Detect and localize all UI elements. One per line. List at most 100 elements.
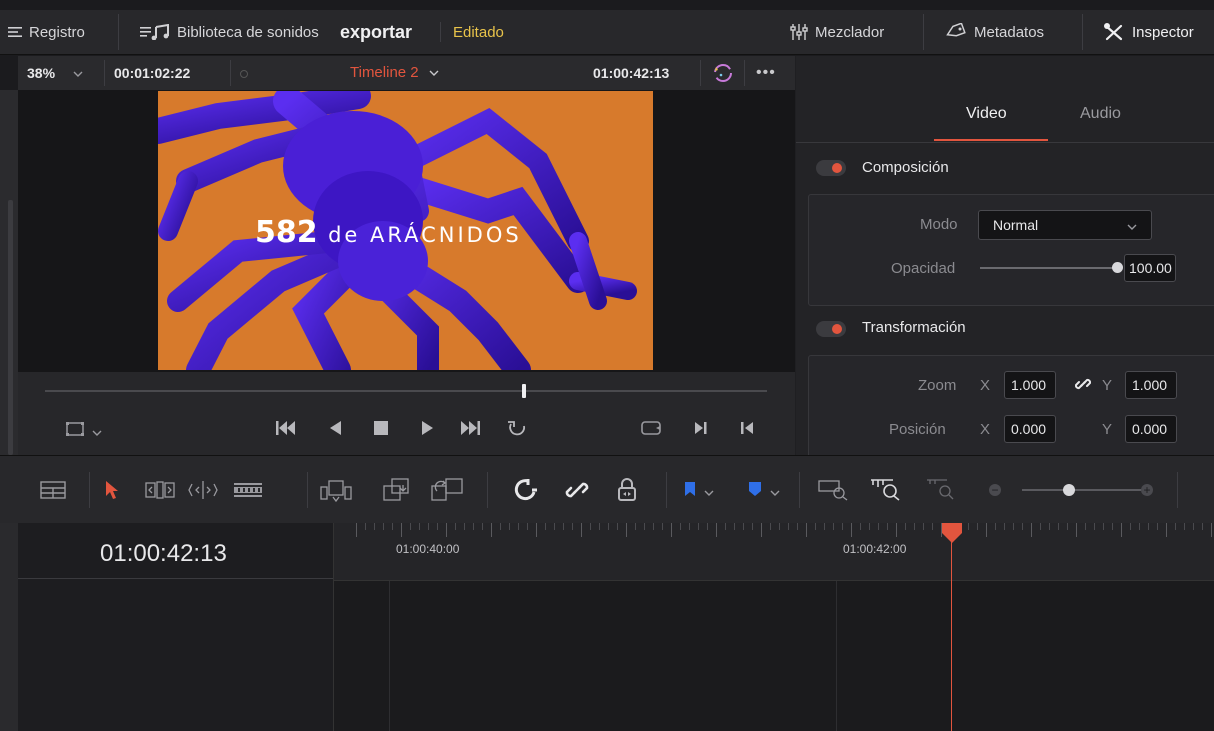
- loop-icon[interactable]: [506, 418, 528, 441]
- zoom-x-label: X: [980, 377, 991, 394]
- ruler-tick: [716, 523, 717, 537]
- zoom-x-field[interactable]: 1.000: [1004, 371, 1056, 399]
- divider: [487, 472, 488, 508]
- composite-header: Composición: [862, 159, 949, 176]
- ruler-tick: [464, 523, 465, 530]
- linked-selection-icon[interactable]: [565, 478, 589, 505]
- grid-line: [836, 580, 837, 731]
- timeline-left-strip: [0, 523, 18, 731]
- ruler-tick: [1013, 523, 1014, 530]
- sound-library-button[interactable]: Biblioteca de sonidos: [140, 10, 319, 54]
- opacity-slider-handle[interactable]: [1112, 262, 1123, 273]
- ruler-tick: [788, 523, 789, 530]
- mark-out-icon[interactable]: [694, 420, 708, 439]
- flag-select[interactable]: [684, 481, 714, 500]
- playhead-handle[interactable]: [942, 523, 962, 546]
- ruler-tick: [1022, 523, 1023, 530]
- play-icon[interactable]: [421, 420, 435, 439]
- ruler-label: 01:00:40:00: [396, 542, 460, 556]
- trim-tool-icon[interactable]: [145, 481, 175, 502]
- music-note-icon: [140, 24, 170, 40]
- ruler-tick: [1004, 523, 1005, 530]
- mode-select[interactable]: Normal: [978, 210, 1152, 240]
- ruler-tick: [725, 523, 726, 530]
- ruler-tick: [914, 523, 915, 530]
- ruler-tick: [455, 523, 456, 530]
- ruler-tick: [698, 523, 699, 530]
- inspector-button[interactable]: Inspector: [1103, 10, 1194, 54]
- link-icon[interactable]: [1074, 376, 1092, 395]
- divider: [666, 472, 667, 508]
- marker-select[interactable]: [748, 481, 780, 500]
- ruler-tick: [707, 523, 708, 530]
- zoom-select[interactable]: 38%: [27, 65, 83, 81]
- composite-toggle[interactable]: [816, 160, 846, 176]
- replace-clip-icon[interactable]: [431, 477, 463, 506]
- scrubber-track[interactable]: [45, 390, 767, 392]
- ruler-tick: [383, 523, 384, 530]
- viewer-mode-select[interactable]: [66, 422, 102, 439]
- zoom-in-icon[interactable]: +: [1141, 484, 1153, 496]
- zoom-slider-track[interactable]: [1022, 489, 1142, 491]
- timeline-ruler[interactable]: 01:00:40:00 01:00:42:00: [334, 523, 1214, 581]
- position-x-field[interactable]: 0.000: [1004, 415, 1056, 443]
- zoom-out-icon[interactable]: −: [989, 484, 1001, 496]
- metadata-button[interactable]: Metadatos: [945, 10, 1044, 54]
- scrubber-handle[interactable]: [521, 384, 526, 398]
- registro-button[interactable]: Registro: [8, 10, 85, 54]
- record-timecode: 01:00:42:13: [593, 65, 670, 81]
- zoom-full-icon[interactable]: [818, 477, 848, 504]
- tab-audio[interactable]: Audio: [1080, 105, 1121, 123]
- ruler-tick: [1031, 523, 1032, 537]
- ruler-tick: [968, 523, 969, 530]
- mixer-button[interactable]: Mezclador: [790, 10, 884, 54]
- ruler-tick: [1058, 523, 1059, 530]
- magic-mask-icon[interactable]: [710, 61, 736, 88]
- mixer-label: Mezclador: [815, 23, 885, 41]
- opacity-slider-track[interactable]: [980, 267, 1120, 269]
- position-y-field[interactable]: 0.000: [1125, 415, 1177, 443]
- play-reverse-icon[interactable]: [328, 420, 342, 439]
- opacity-field[interactable]: 100.00: [1124, 254, 1176, 282]
- ruler-tick: [689, 523, 690, 530]
- playhead-line[interactable]: [951, 523, 952, 731]
- ruler-tick: [923, 523, 924, 530]
- left-scrollbar[interactable]: [8, 200, 13, 455]
- snapping-icon[interactable]: [514, 478, 538, 505]
- title-number: 582: [255, 215, 318, 250]
- position-lock-icon[interactable]: [617, 478, 637, 505]
- match-frame-icon[interactable]: [640, 420, 662, 439]
- zoom-y-field[interactable]: 1.000: [1125, 371, 1177, 399]
- dynamic-trim-icon[interactable]: [188, 480, 218, 503]
- ruler-tick: [365, 523, 366, 530]
- ruler-tick: [1121, 523, 1122, 537]
- timeline-select[interactable]: Timeline 2: [350, 64, 439, 81]
- selection-tool-icon[interactable]: [104, 480, 120, 503]
- divider: [89, 472, 90, 508]
- timeline-name: Timeline 2: [350, 64, 419, 81]
- position-y-label: Y: [1102, 421, 1113, 438]
- title-text: de ARÁCNIDOS: [328, 223, 522, 247]
- go-to-end-icon[interactable]: [460, 420, 480, 439]
- more-options-icon[interactable]: •••: [756, 64, 776, 82]
- ruler-tick: [581, 523, 582, 537]
- transform-toggle[interactable]: [816, 321, 846, 337]
- insert-clip-icon[interactable]: [320, 477, 352, 506]
- stop-icon[interactable]: [374, 421, 388, 438]
- timeline-view-options-icon[interactable]: [40, 481, 66, 502]
- overwrite-clip-icon[interactable]: [383, 477, 411, 506]
- ruler-tick: [1067, 523, 1068, 530]
- ruler-tick: [878, 523, 879, 530]
- ruler-tick: [761, 523, 762, 537]
- go-to-start-icon[interactable]: [276, 420, 296, 439]
- zoom-detail-icon[interactable]: [870, 477, 902, 504]
- zoom-custom-icon[interactable]: [926, 477, 956, 504]
- ruler-tick: [410, 523, 411, 530]
- chevron-down-icon: [1127, 217, 1137, 233]
- zoom-y-label: Y: [1102, 377, 1113, 394]
- tab-video[interactable]: Video: [966, 105, 1007, 123]
- zoom-slider-handle[interactable]: [1063, 484, 1075, 496]
- mark-in-icon[interactable]: [740, 420, 754, 439]
- track-header-panel: 01:00:42:13: [18, 523, 334, 731]
- blade-tool-icon[interactable]: [233, 481, 263, 502]
